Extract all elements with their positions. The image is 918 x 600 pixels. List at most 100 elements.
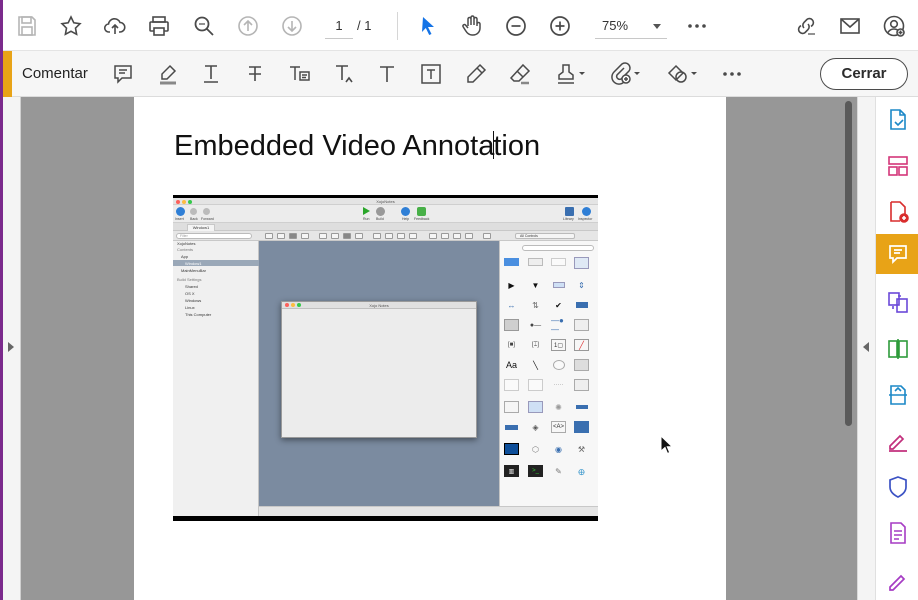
bookmark-star-icon[interactable] xyxy=(57,12,85,40)
xojo-build-item: This Computer xyxy=(185,312,212,317)
eraser-icon[interactable] xyxy=(506,60,534,88)
more-tools-icon[interactable] xyxy=(683,12,711,40)
scrollbar-thumb[interactable] xyxy=(845,101,852,426)
layout-tool-icon xyxy=(465,233,473,239)
feedback-icon xyxy=(417,207,426,216)
comment-tool-icon[interactable] xyxy=(876,234,918,274)
more-comment-tools-icon[interactable] xyxy=(718,60,746,88)
compare-files-icon[interactable] xyxy=(876,330,918,368)
library-field-icon: [⌶] xyxy=(532,341,539,348)
account-icon[interactable] xyxy=(880,12,908,40)
xojo-library-filter: All Controls xyxy=(515,233,575,239)
help-icon xyxy=(401,207,410,216)
combine-files-icon[interactable] xyxy=(876,284,918,322)
protect-shield-icon[interactable] xyxy=(876,468,918,506)
layout-tool-icon xyxy=(319,233,327,239)
print-icon[interactable] xyxy=(145,12,173,40)
cloud-upload-icon[interactable] xyxy=(101,12,129,40)
library-segmented-icon xyxy=(551,279,566,291)
right-pane-toggle[interactable] xyxy=(857,97,875,600)
library-wrench-icon: ⚒ xyxy=(577,444,586,454)
edit-pdf-icon[interactable] xyxy=(876,560,918,598)
pdf-page[interactable]: Embedded Video Annotation XojoNotes Inse… xyxy=(134,97,726,600)
replace-text-icon[interactable] xyxy=(285,60,313,88)
library-groupbox-icon xyxy=(574,379,589,391)
scan-ocr-icon[interactable] xyxy=(876,376,918,414)
main-toolbar: 1 / 1 75% xyxy=(3,0,918,51)
layout-tool-icon xyxy=(385,233,393,239)
create-pdf-icon[interactable] xyxy=(876,193,918,231)
library-disclosure-icon: ▶ xyxy=(508,280,515,290)
zoom-in-icon[interactable] xyxy=(546,12,574,40)
share-link-icon[interactable] xyxy=(792,12,820,40)
library-cancel-button-icon xyxy=(528,258,543,266)
layout-tool-icon xyxy=(355,233,363,239)
hand-tool-icon[interactable] xyxy=(458,12,486,40)
xojo-build-item: Windows xyxy=(185,298,202,303)
email-icon[interactable] xyxy=(836,12,864,40)
toolbar-divider xyxy=(397,12,398,40)
library-line-icon: ╱ xyxy=(574,339,589,351)
collapse-right-pane-icon xyxy=(863,342,869,352)
acrobat-window: 1 / 1 75% Comentar Cerrar Embedded Video… xyxy=(0,0,918,600)
zoom-level-select[interactable]: 75% xyxy=(595,13,667,39)
library-textarea-icon: <A> xyxy=(551,421,566,433)
page-number-input[interactable]: 1 xyxy=(325,13,353,39)
insert-text-icon[interactable] xyxy=(330,60,358,88)
xojo-build-item: OS X xyxy=(185,291,195,296)
attach-file-icon[interactable] xyxy=(606,60,644,88)
vertical-scrollbar[interactable] xyxy=(841,97,857,600)
export-pdf-icon[interactable] xyxy=(876,101,918,139)
library-container-icon: ◈ xyxy=(532,422,539,432)
previous-page-icon[interactable] xyxy=(234,12,262,40)
zoom-out-icon[interactable] xyxy=(502,12,530,40)
next-page-icon[interactable] xyxy=(278,12,306,40)
comment-toolbar-title: Comentar xyxy=(22,65,88,82)
library-cube-icon: ⬡ xyxy=(532,444,539,454)
library-htmlviewer-icon xyxy=(528,401,543,413)
library-toggle-icon xyxy=(574,299,589,311)
close-comment-button[interactable]: Cerrar xyxy=(820,58,908,90)
xojo-tabbar: Window1 xyxy=(173,223,598,231)
library-datetime-icon: [■] xyxy=(508,342,515,348)
highlight-text-icon[interactable] xyxy=(154,60,182,88)
xojo-nav-item: App xyxy=(181,254,189,259)
strikethrough-text-icon[interactable] xyxy=(241,60,269,88)
document-title[interactable]: Embedded Video Annotation xyxy=(174,130,540,163)
xojo-build-item: Linux xyxy=(185,305,195,310)
xojo-nav-project: XojoNotes xyxy=(177,241,196,246)
text-box-icon[interactable] xyxy=(417,60,445,88)
shapes-icon[interactable] xyxy=(663,60,701,88)
xojo-bottom-bar xyxy=(259,506,598,516)
comment-toolbar: Comentar Cerrar xyxy=(3,51,918,97)
xojo-toolbar-label: Back xyxy=(190,217,198,221)
library-canvas-icon xyxy=(504,379,519,391)
layout-tool-icon xyxy=(343,233,351,239)
organize-pages-icon[interactable] xyxy=(876,147,918,185)
left-pane-toggle[interactable] xyxy=(3,97,21,600)
layout-tool-icon xyxy=(301,233,309,239)
xojo-designed-window-title: Xojo Notes xyxy=(282,302,476,309)
xojo-toolbar-label: Insert xyxy=(175,217,184,221)
xojo-filter-input: Filter xyxy=(176,233,252,239)
xojo-toolbar-label: Inspector xyxy=(578,217,593,221)
library-database-icon xyxy=(504,319,519,331)
xojo-navigator: XojoNotes Contents App Window1 MainMenuB… xyxy=(173,241,259,516)
xojo-library-search xyxy=(522,245,594,251)
zoom-level-value: 75% xyxy=(602,18,629,33)
sticky-note-icon[interactable] xyxy=(109,60,137,88)
select-cursor-icon[interactable] xyxy=(414,12,442,40)
prepare-form-icon[interactable] xyxy=(876,514,918,552)
insert-icon xyxy=(176,207,185,216)
xojo-layout-canvas: Xojo Notes xyxy=(259,241,499,506)
draw-pencil-icon[interactable] xyxy=(462,60,490,88)
stamp-icon[interactable] xyxy=(552,60,588,88)
save-icon[interactable] xyxy=(13,12,41,40)
find-text-icon[interactable] xyxy=(190,12,218,40)
layout-tool-icon xyxy=(441,233,449,239)
add-text-icon[interactable] xyxy=(373,60,401,88)
underline-text-icon[interactable] xyxy=(197,60,225,88)
mouse-pointer-icon xyxy=(660,435,674,455)
embedded-video-frame[interactable]: XojoNotes Insert Back Forward Run Build … xyxy=(173,195,598,521)
fill-sign-icon[interactable] xyxy=(876,422,918,460)
